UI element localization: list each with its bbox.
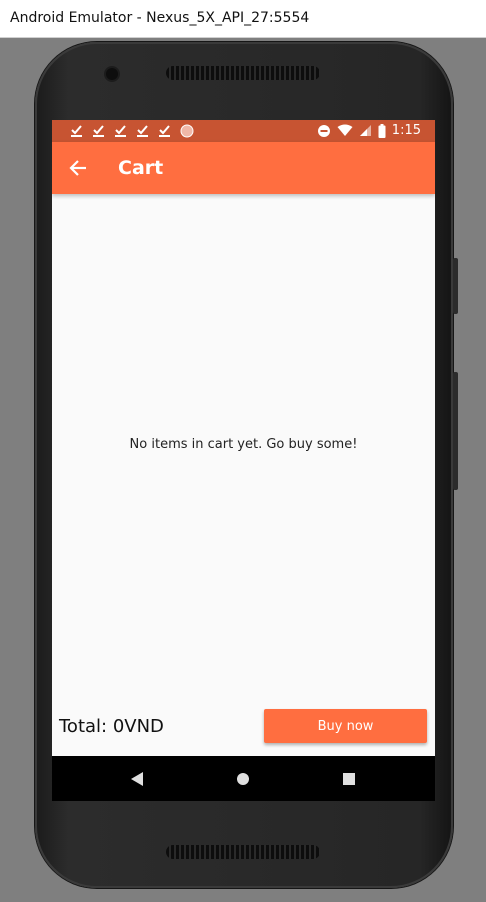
signal-icon: [359, 125, 371, 136]
page-title: Cart: [118, 157, 164, 179]
download-done-icon: [71, 125, 82, 137]
status-time: 1:15: [391, 123, 421, 138]
emulator-titlebar: Android Emulator - Nexus_5X_API_27:5554: [0, 0, 486, 38]
nav-back-button[interactable]: [107, 756, 167, 801]
download-done-icon: [159, 125, 170, 137]
arrow-back-icon: [69, 160, 86, 176]
cart-total: Total: 0VND: [59, 716, 164, 737]
app-bar: Cart: [52, 142, 435, 194]
buy-now-button[interactable]: Buy now: [264, 709, 427, 743]
back-button[interactable]: [62, 152, 94, 184]
wifi-icon: [337, 124, 353, 136]
home-circle-icon: [237, 772, 249, 785]
nav-home-button[interactable]: [213, 756, 273, 801]
download-done-icon: [115, 125, 126, 137]
emulator-window-title: Android Emulator - Nexus_5X_API_27:5554: [10, 10, 310, 26]
status-bar: 1:15: [52, 120, 435, 142]
download-done-icon: [137, 125, 148, 137]
empty-cart-message: No items in cart yet. Go buy some!: [129, 437, 358, 452]
notification-icons: [70, 123, 194, 138]
nav-recents-button[interactable]: [319, 756, 379, 801]
front-camera: [106, 68, 118, 80]
status-right-icons: 1:15: [317, 123, 421, 138]
download-done-icon: [93, 125, 104, 137]
power-button[interactable]: [453, 258, 458, 314]
volume-button[interactable]: [453, 372, 458, 490]
navigation-bar: [52, 756, 435, 801]
top-speaker: [166, 66, 320, 80]
back-triangle-icon: [131, 771, 143, 786]
bottom-speaker: [166, 845, 320, 859]
recents-square-icon: [343, 772, 355, 785]
circle-notification-icon: [180, 124, 194, 137]
device-screen: 1:15 Cart No items in cart yet. Go buy s…: [52, 120, 435, 801]
battery-icon: [378, 123, 386, 138]
do-not-disturb-icon: [317, 124, 330, 137]
